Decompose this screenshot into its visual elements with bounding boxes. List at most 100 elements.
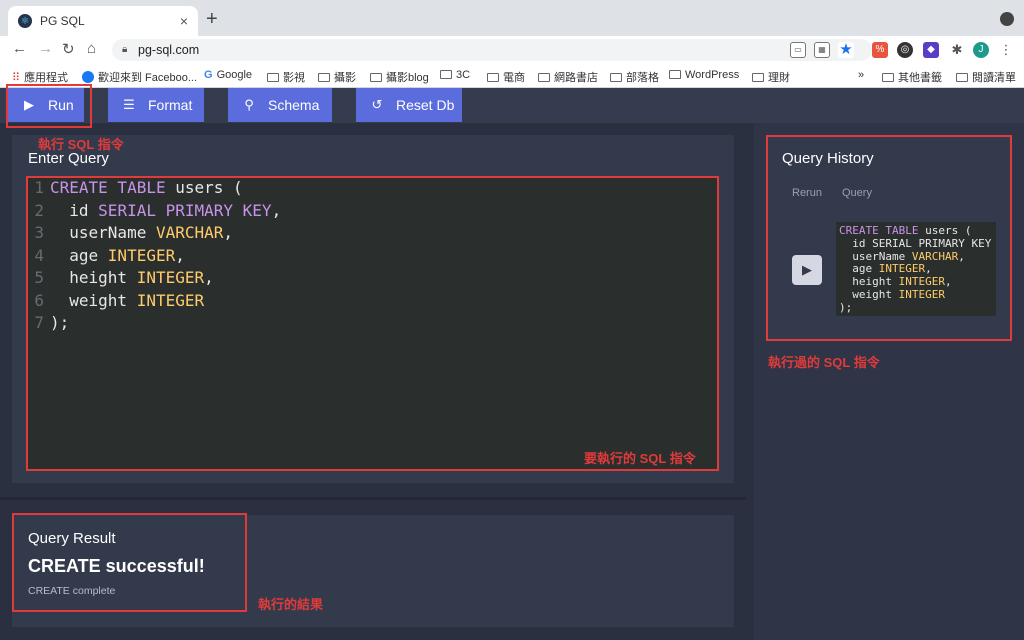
code-token: , xyxy=(223,223,234,242)
menu-icon[interactable]: ⋮ xyxy=(998,42,1014,58)
folder-icon xyxy=(752,73,764,82)
sql-editor[interactable]: 1 CREATE TABLE users (2 id SERIAL PRIMARY… xyxy=(28,177,718,469)
url-text: pg-sql.com xyxy=(138,43,200,57)
line-number: 1 xyxy=(34,178,44,197)
code-line[interactable]: 1 CREATE TABLE users ( xyxy=(28,177,718,200)
code-line[interactable]: 6 weight INTEGER xyxy=(28,290,718,313)
bookmark-other[interactable]: 其他書籤 xyxy=(882,69,942,85)
lock-icon: 🔒︎ xyxy=(122,44,128,55)
code-token: , xyxy=(175,245,185,265)
bookmark-folder[interactable]: 攝影blog xyxy=(370,69,429,85)
tab-title: PG SQL xyxy=(40,14,85,28)
history-col-query: Query xyxy=(842,187,872,199)
code-token: INTEGER xyxy=(898,287,945,301)
code-line[interactable]: 3 userName VARCHAR, xyxy=(28,222,718,245)
folder-icon xyxy=(610,73,622,82)
code-token: INTEGER xyxy=(898,275,945,289)
address-bar-row: ← → ↻ ⌂ 🔒︎ pg-sql.com ▭ ▦ ★ % ◎ ◆ ✱ J ⋮ xyxy=(0,36,1024,64)
extension-icon[interactable]: ◎ xyxy=(897,42,913,58)
code-token: weight xyxy=(839,287,899,301)
browser-tab[interactable]: ⚛ PG SQL × xyxy=(8,6,198,36)
folder-icon xyxy=(318,73,330,82)
code-token: weight xyxy=(50,290,137,310)
bookmark-folder[interactable]: 攝影 xyxy=(318,69,356,85)
code-line[interactable]: 2 id SERIAL PRIMARY KEY, xyxy=(28,200,718,223)
history-code-line: weight INTEGER xyxy=(839,287,993,302)
code-token: , xyxy=(204,268,214,287)
history-title: Query History xyxy=(782,150,874,167)
react-favicon-icon: ⚛ xyxy=(18,14,32,28)
folder-icon xyxy=(669,70,681,79)
facebook-icon xyxy=(82,71,94,83)
code-line[interactable]: 4 age INTEGER, xyxy=(28,245,718,268)
code-token: age xyxy=(839,262,879,276)
result-detail: CREATE complete xyxy=(28,585,116,597)
code-token: SERIAL PRIMARY KEY xyxy=(98,200,272,220)
reload-icon[interactable]: ↻ xyxy=(62,40,75,58)
code-token: INTEGER xyxy=(136,290,205,310)
bookmark-folder[interactable]: 理財 xyxy=(752,69,790,85)
bookmark-facebook[interactable]: 歡迎來到 Faceboo... xyxy=(82,69,197,85)
code-token: , xyxy=(925,262,932,276)
code-token: users ( xyxy=(925,224,972,237)
close-tab-icon[interactable]: × xyxy=(180,13,188,29)
result-message: CREATE successful! xyxy=(28,556,205,576)
bookmark-apps[interactable]: ⠿ 應用程式 xyxy=(12,69,68,85)
code-token: CREATE TABLE xyxy=(50,178,176,197)
line-number: 4 xyxy=(34,245,44,265)
bookmark-folder[interactable]: 部落格 xyxy=(610,69,659,85)
code-token: height xyxy=(50,268,137,287)
bookmark-folder[interactable]: 電商 xyxy=(487,69,525,85)
back-icon[interactable]: ← xyxy=(12,40,27,57)
home-icon[interactable]: ⌂ xyxy=(87,40,96,57)
code-line[interactable]: 5 height INTEGER, xyxy=(28,267,718,290)
rerun-button[interactable]: ▶ xyxy=(792,255,822,285)
search-icon: ⚲ xyxy=(244,97,254,112)
bookmark-folder[interactable]: 影視 xyxy=(267,69,305,85)
bookmark-folder[interactable]: 3C xyxy=(440,69,470,81)
history-col-rerun: Rerun xyxy=(792,187,822,199)
run-button[interactable]: ▶ Run xyxy=(8,88,84,122)
align-left-icon: ☰ xyxy=(123,97,135,112)
qr-icon[interactable]: ▦ xyxy=(814,42,830,58)
line-number: 3 xyxy=(34,223,44,242)
browser-tab-bar: ⚛ PG SQL × + xyxy=(0,0,1024,36)
reset-db-button[interactable]: ↺ Reset Db xyxy=(356,88,462,122)
code-line[interactable]: 7); xyxy=(28,312,718,335)
bookmarks-overflow-icon[interactable]: » xyxy=(858,69,864,81)
puzzle-icon[interactable]: ✱ xyxy=(949,42,965,58)
code-token: userName xyxy=(50,223,156,242)
code-token: height xyxy=(839,275,899,289)
history-code-line: ); xyxy=(839,301,993,315)
divider xyxy=(0,497,746,500)
cast-icon[interactable]: ▭ xyxy=(790,42,806,58)
bookmark-google[interactable]: G Google xyxy=(204,69,252,81)
new-tab-icon[interactable]: + xyxy=(206,8,218,31)
undo-icon: ↺ xyxy=(371,97,383,112)
folder-icon xyxy=(440,70,452,79)
schema-button[interactable]: ⚲ Schema xyxy=(228,88,332,122)
app-toolbar: ▶ Run ☰ Format ⚲ Schema ↺ Reset Db xyxy=(0,88,1024,123)
editor-annotation: 要執行的 SQL 指令 xyxy=(584,451,696,466)
folder-icon xyxy=(487,73,499,82)
line-number: 2 xyxy=(34,200,44,220)
bookmark-star-icon[interactable]: ★ xyxy=(838,42,854,58)
extension-icon[interactable]: ◆ xyxy=(923,42,939,58)
folder-icon xyxy=(370,73,382,82)
code-token: userName xyxy=(839,249,912,263)
extension-icon[interactable]: % xyxy=(872,42,888,58)
forward-icon[interactable]: → xyxy=(38,40,53,57)
code-token: INTEGER xyxy=(136,268,205,287)
history-annotation: 執行過的 SQL 指令 xyxy=(768,355,880,370)
format-button[interactable]: ☰ Format xyxy=(108,88,204,122)
bookmark-folder[interactable]: 網路書店 xyxy=(538,69,598,85)
avatar[interactable]: J xyxy=(973,42,989,58)
line-number: 7 xyxy=(34,313,44,332)
bookmark-folder[interactable]: WordPress xyxy=(669,69,739,81)
tab-search-icon[interactable] xyxy=(1000,12,1014,26)
code-token: INTEGER xyxy=(878,262,926,276)
bookmark-reading-list[interactable]: 閱讀清單 xyxy=(956,69,1016,85)
code-token: age xyxy=(50,245,108,265)
reading-list-icon xyxy=(956,73,968,82)
url-field[interactable]: 🔒︎ pg-sql.com xyxy=(112,39,872,61)
